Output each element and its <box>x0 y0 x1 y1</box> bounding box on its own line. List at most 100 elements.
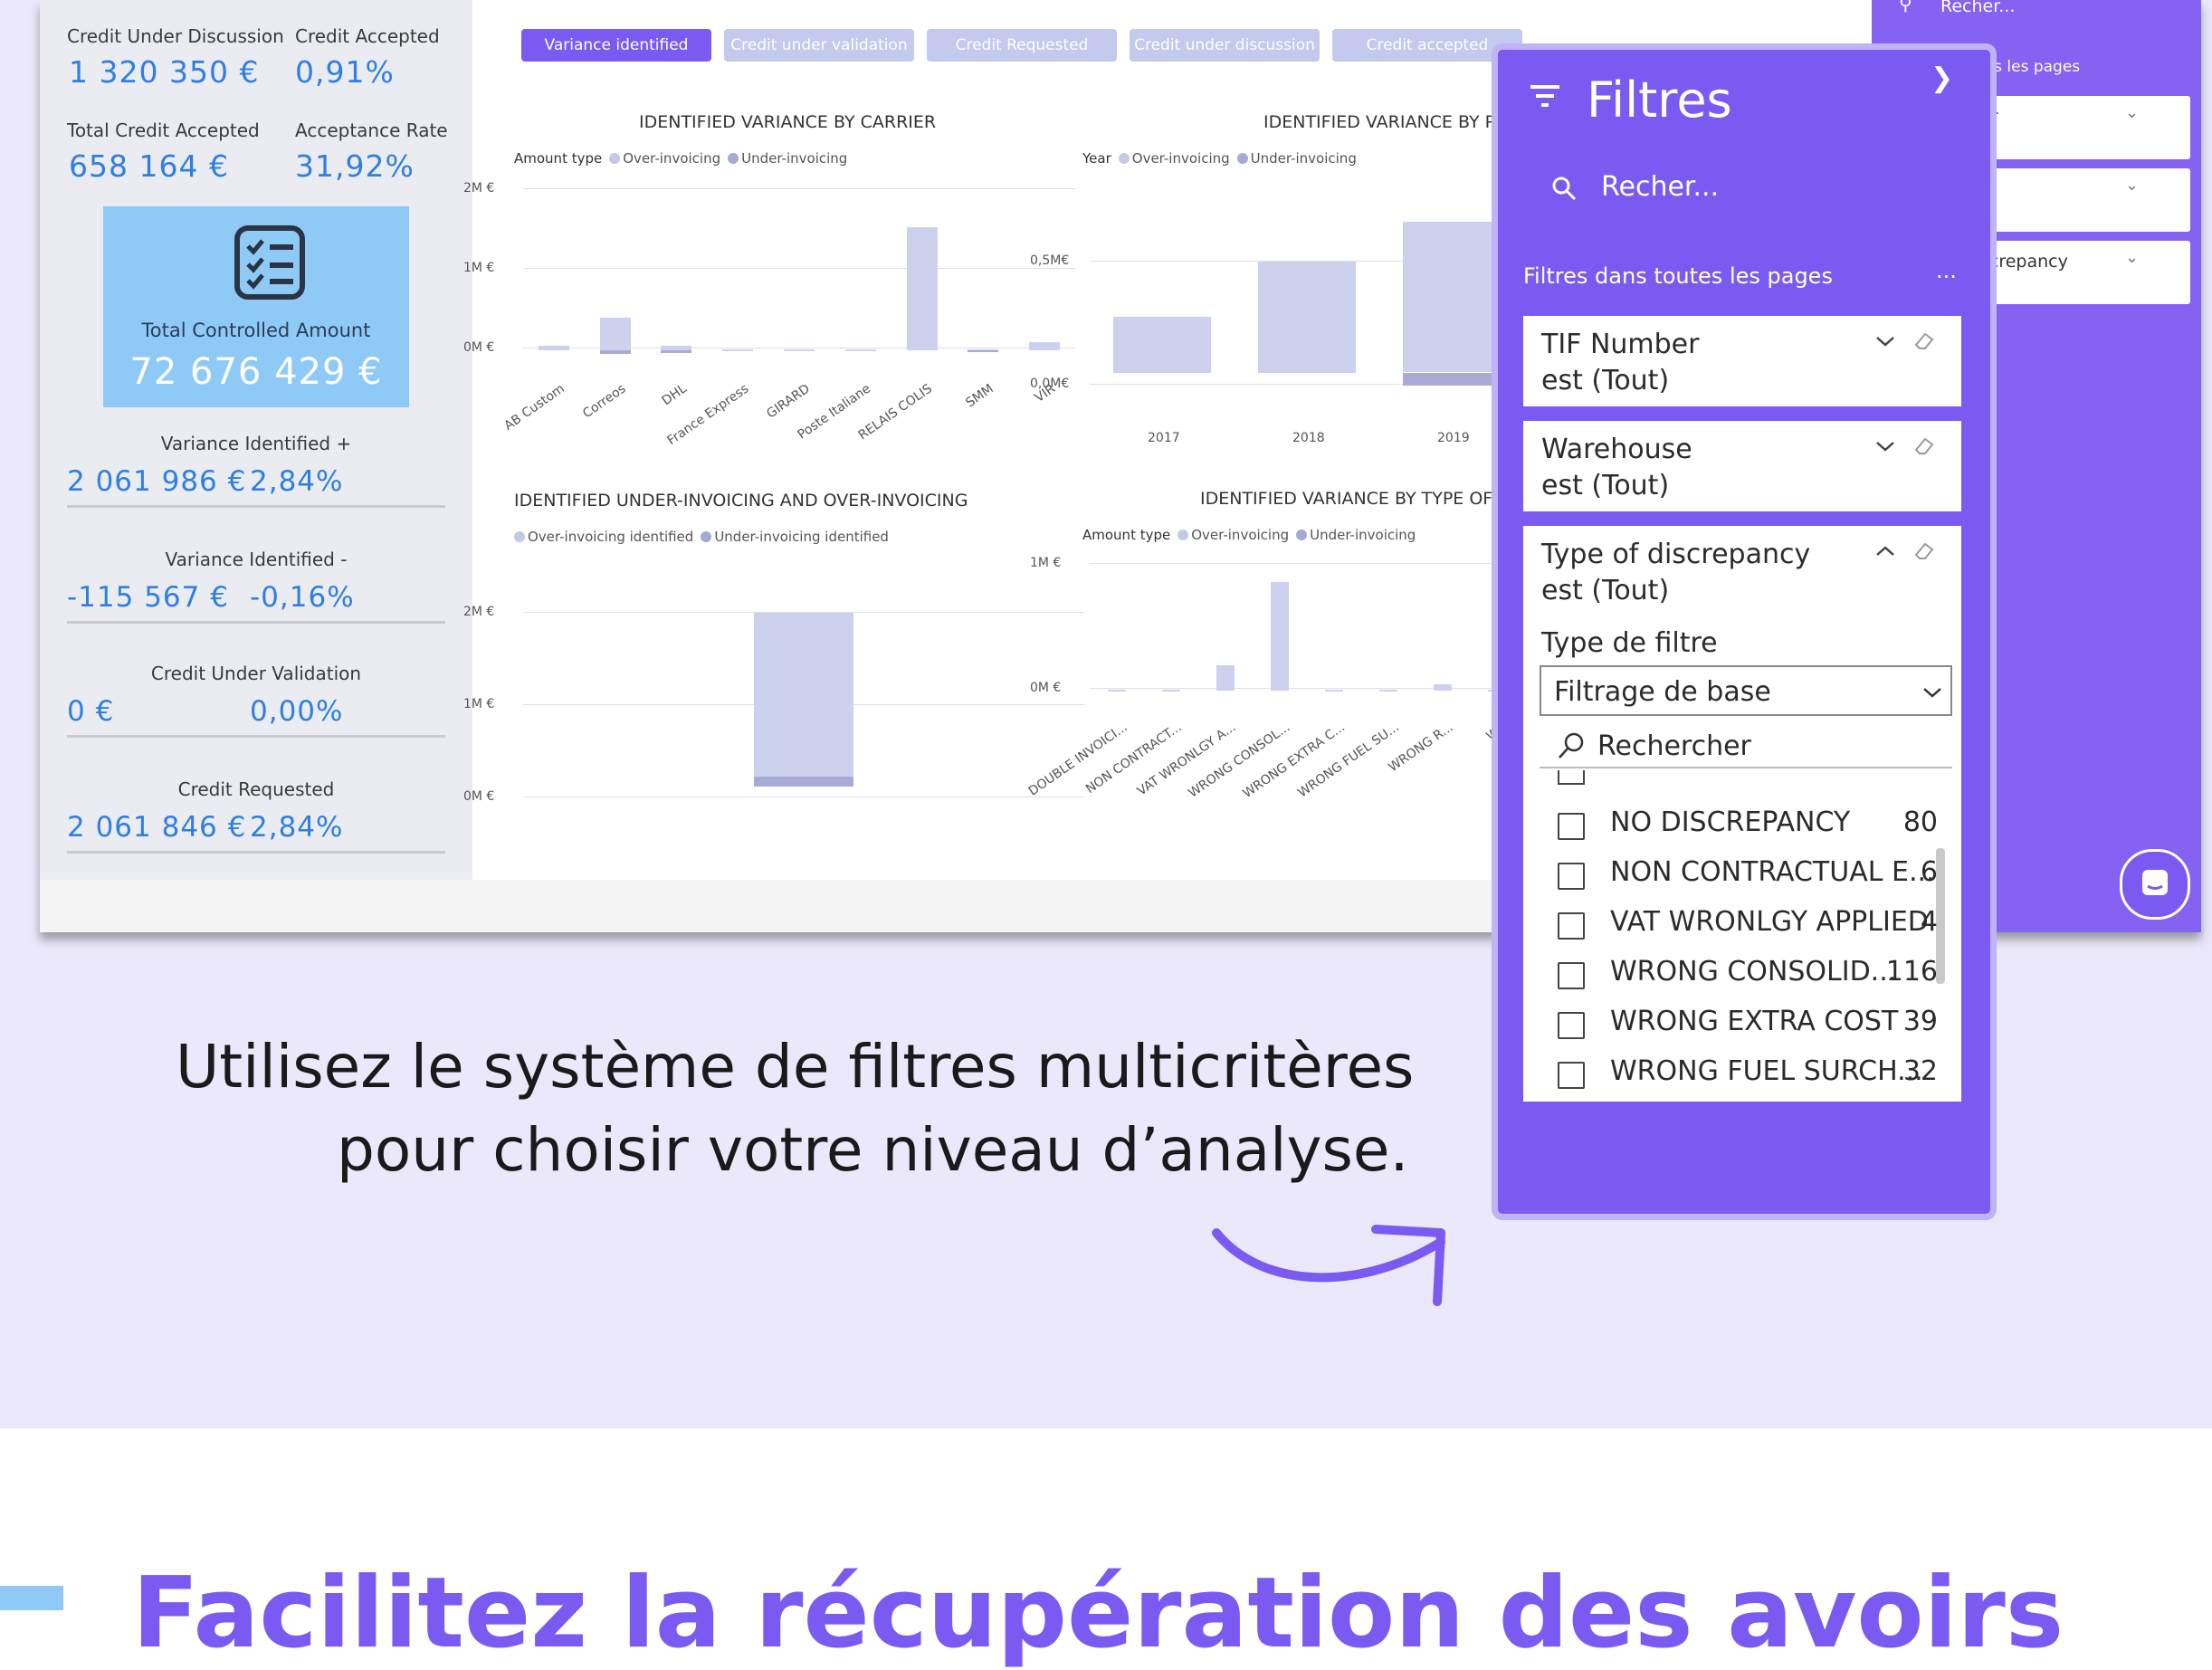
bar-over-invoicing[interactable] <box>1216 664 1235 691</box>
bar-under-invoicing[interactable] <box>754 777 853 787</box>
bar-over-invoicing[interactable] <box>1029 341 1061 350</box>
caption-line-2: pour choisir votre niveau d’analyse. <box>337 1115 1409 1185</box>
list-item-count: 6 <box>1920 856 1938 888</box>
eraser-icon[interactable] <box>1912 329 1936 352</box>
kpi-value: 31,92% <box>295 148 415 184</box>
list-item-count: 116 <box>1885 956 1938 988</box>
kpi-label: Total Credit Accepted <box>67 119 260 141</box>
filter-card-discrepancy[interactable]: Type of discrepancy est (Tout) Type de f… <box>1523 526 1961 1102</box>
section-label: Filtres dans toutes les pages <box>1523 263 1833 289</box>
filter-type-select[interactable]: Filtrage de base <box>1540 665 1952 716</box>
chevron-down-icon[interactable] <box>1874 334 1896 348</box>
list-item-count: 4 <box>1920 906 1938 938</box>
y-tick-label: 1M € <box>1030 556 1062 570</box>
kpi-label: Credit Under Discussion <box>67 25 284 47</box>
y-tick-label: 0M € <box>463 789 495 804</box>
grid-line <box>1090 688 1524 689</box>
chevron-down-icon: ⌄ <box>2125 248 2140 267</box>
block-amount: 2 061 986 € <box>67 465 247 498</box>
kpi-value: 658 164 € <box>69 148 229 184</box>
tile-value: 72 676 429 € <box>129 351 383 393</box>
bar-over-invoicing[interactable] <box>538 346 569 350</box>
search-input[interactable]: Recher... <box>1601 171 1719 203</box>
chevron-down-icon[interactable] <box>1874 439 1896 453</box>
collapse-icon[interactable]: ❯ <box>1931 62 1953 94</box>
bar-over-invoicing[interactable] <box>1258 262 1356 373</box>
credit-validation-block: Credit Under Validation 0 € 0,00% <box>67 663 445 740</box>
arrow-icon <box>1212 1225 1445 1306</box>
bar-under-invoicing[interactable] <box>968 349 999 352</box>
bar-over-invoicing[interactable] <box>722 349 754 352</box>
bar-over-invoicing[interactable] <box>1271 582 1289 691</box>
legend-swatch <box>609 153 621 164</box>
eraser-icon[interactable] <box>1912 539 1936 562</box>
legend-swatch <box>728 153 739 164</box>
divider <box>67 621 445 624</box>
block-amount: 0 € <box>67 695 115 728</box>
bar-over-invoicing[interactable] <box>1379 689 1397 692</box>
more-icon[interactable]: ... <box>1936 258 1957 283</box>
legend-swatch <box>701 531 712 542</box>
legend-item: Over-invoicing <box>623 150 721 167</box>
bar-over-invoicing[interactable] <box>1113 317 1211 373</box>
tab-credit-requested[interactable]: Credit Requested <box>927 29 1117 62</box>
kpi-column: Credit Under Discussion 1 320 350 € Cred… <box>40 0 472 880</box>
checkbox[interactable] <box>1558 912 1585 940</box>
x-tick-label: Correos <box>580 381 629 422</box>
bar-over-invoicing[interactable] <box>1325 689 1343 692</box>
checklist-icon <box>234 225 305 300</box>
x-tick-label: 2018 <box>1292 431 1325 445</box>
checkbox[interactable] <box>1558 1062 1585 1089</box>
chevron-up-icon[interactable] <box>1874 544 1896 558</box>
checkbox[interactable] <box>1558 962 1585 989</box>
legend-title: Amount type <box>1082 527 1171 543</box>
checkbox[interactable] <box>1558 813 1585 840</box>
list-item-label: NO DISCREPANCY <box>1610 806 1851 838</box>
legend-item: Over-invoicing <box>1131 150 1230 167</box>
select-value: Filtrage de base <box>1554 676 1771 708</box>
bar-under-invoicing[interactable] <box>661 349 692 353</box>
tile-label: Total Controlled Amount <box>141 320 371 341</box>
list-search-input[interactable]: Rechercher <box>1597 730 1751 762</box>
tab-credit-validation[interactable]: Credit under validation <box>724 29 914 62</box>
filter-card-tif[interactable]: TIF Number est (Tout) <box>1523 316 1961 406</box>
bar-over-invoicing[interactable] <box>754 613 853 778</box>
checkbox[interactable] <box>1558 1012 1585 1039</box>
x-tick-label: SMM <box>963 381 996 411</box>
filter-name: Warehouse <box>1541 434 1692 465</box>
chevron-down-icon: ⌄ <box>2125 176 2140 195</box>
tab-variance-identified[interactable]: Variance identified <box>521 29 711 62</box>
bar-over-invoicing[interactable] <box>1162 689 1180 692</box>
search-icon <box>1559 732 1584 759</box>
list-item-label: WRONG FUEL SURCH... <box>1610 1055 1923 1087</box>
y-tick-label: 0,0M€ <box>1030 377 1070 391</box>
legend-swatch <box>1236 153 1248 164</box>
legend-title: Year <box>1082 150 1111 167</box>
bar-over-invoicing[interactable] <box>1403 221 1501 373</box>
bar-over-invoicing[interactable] <box>844 349 876 352</box>
kpi-label: Acceptance Rate <box>295 119 448 141</box>
divider <box>67 505 445 508</box>
tab-credit-discussion[interactable]: Credit under discussion <box>1130 29 1320 62</box>
checkbox[interactable] <box>1558 863 1585 890</box>
legend-item: Under-invoicing <box>1310 527 1416 543</box>
chart-title: IDENTIFIED VARIANCE BY CARRIER <box>639 112 937 132</box>
bar-over-invoicing[interactable] <box>906 227 938 350</box>
bar-under-invoicing[interactable] <box>599 349 631 355</box>
kpi-label: Credit Accepted <box>295 25 440 47</box>
x-tick-label: NON CONTRACT... <box>1083 720 1185 797</box>
bar-under-invoicing[interactable] <box>1403 372 1501 386</box>
total-controlled-tile: Total Controlled Amount 72 676 429 € <box>103 206 409 407</box>
bar-over-invoicing[interactable] <box>784 349 815 352</box>
filter-card-warehouse[interactable]: Warehouse est (Tout) <box>1523 421 1961 511</box>
bar-over-invoicing[interactable] <box>1434 683 1452 691</box>
block-percent: -0,16% <box>250 581 355 614</box>
filter-state: est (Tout) <box>1541 365 1670 396</box>
bar-over-invoicing[interactable] <box>599 317 631 350</box>
y-tick-label: 2M € <box>463 605 495 619</box>
bar-over-invoicing[interactable] <box>1108 689 1126 692</box>
eraser-icon[interactable] <box>1912 434 1936 457</box>
y-tick-label: 0M € <box>463 340 495 355</box>
chat-button[interactable] <box>2120 849 2190 920</box>
x-tick-label: WRONG FUEL SU... <box>1295 720 1402 801</box>
